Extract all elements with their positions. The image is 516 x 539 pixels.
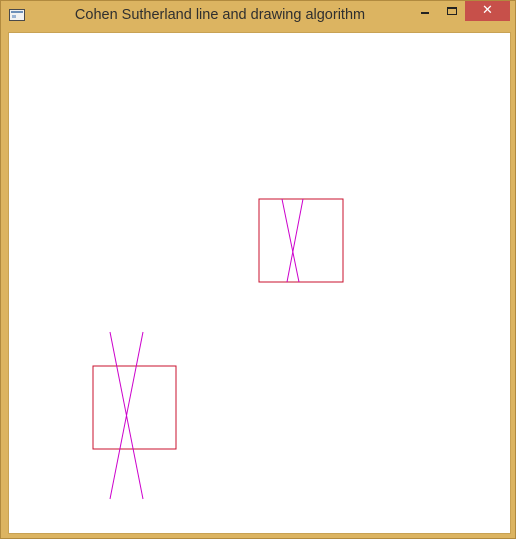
close-button[interactable]: ✕ [465, 1, 510, 21]
maximize-button[interactable] [439, 1, 465, 21]
minimize-icon [421, 12, 429, 14]
clipped-line-upper-1 [281, 198, 300, 283]
title-bar[interactable]: Cohen Sutherland line and drawing algori… [1, 1, 515, 31]
drawing-area[interactable] [8, 32, 511, 534]
clip-window-lower [92, 365, 177, 450]
app-window: Cohen Sutherland line and drawing algori… [0, 0, 516, 539]
minimize-button[interactable] [412, 1, 438, 21]
close-icon: ✕ [482, 3, 493, 18]
window-title: Cohen Sutherland line and drawing algori… [74, 7, 366, 23]
drawing-canvas [92, 198, 344, 500]
maximize-icon [447, 7, 457, 15]
clipped-line-upper-2 [286, 198, 304, 283]
